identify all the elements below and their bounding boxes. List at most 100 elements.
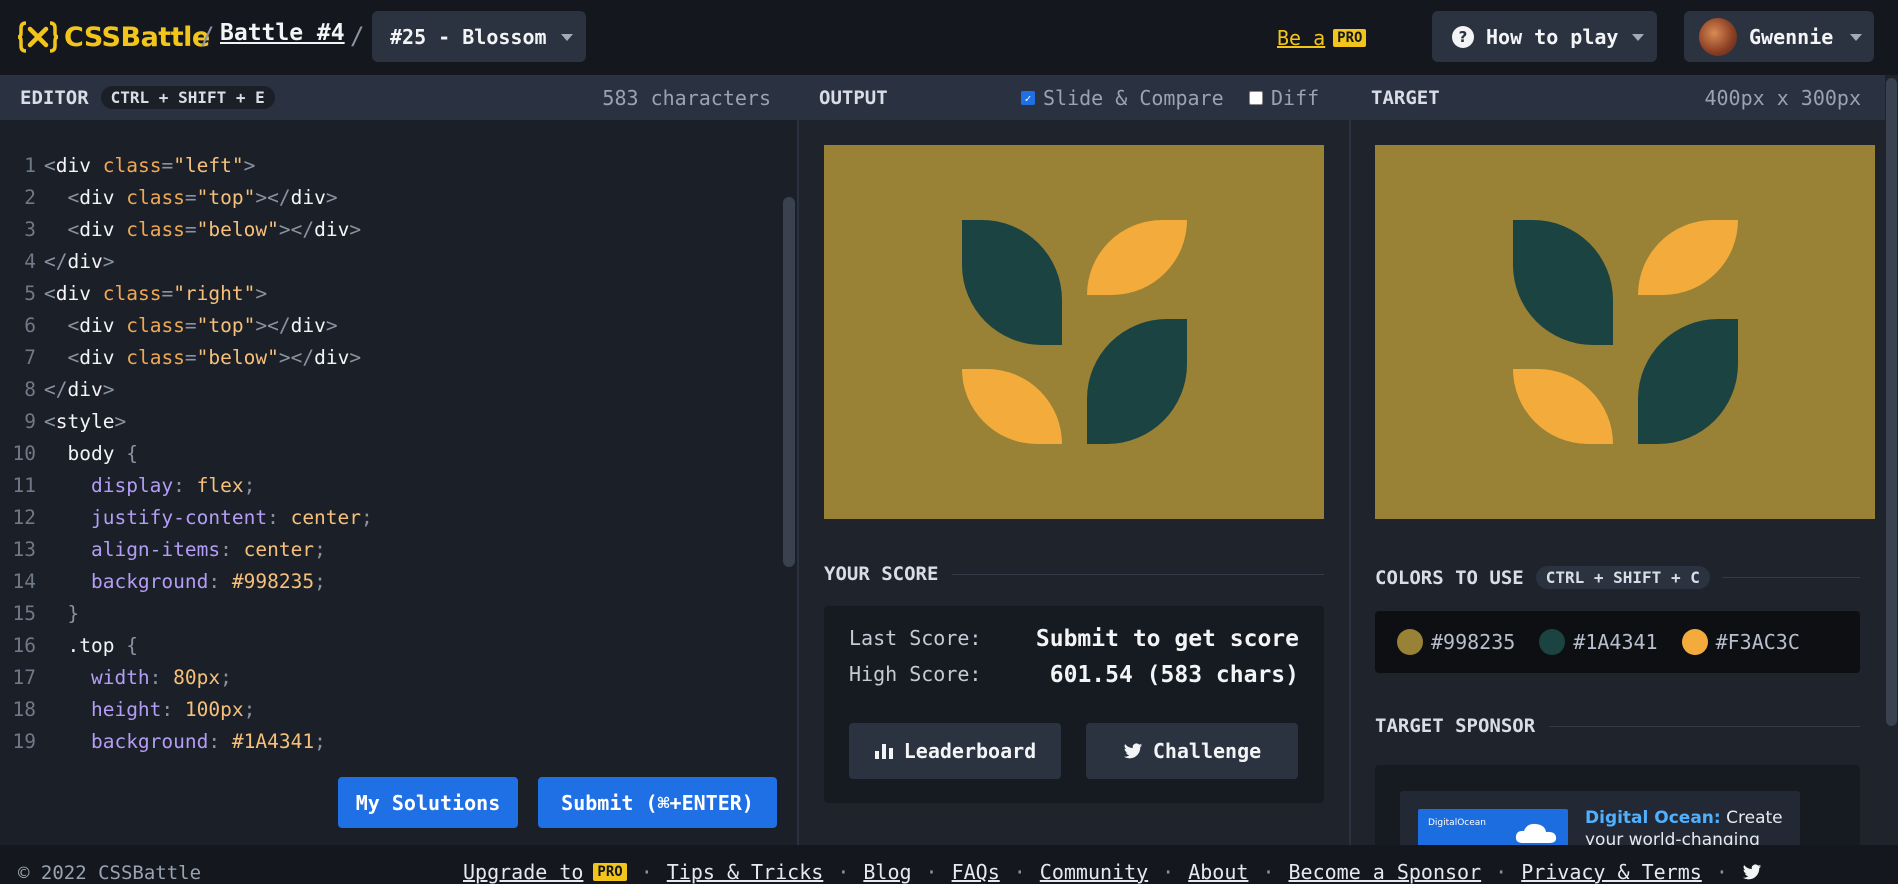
color-swatch[interactable]: #998235 [1397, 629, 1515, 655]
footer-separator: · [837, 860, 850, 884]
last-score-value: Submit to get score [1035, 626, 1299, 652]
page-scrollbar[interactable] [1886, 78, 1897, 726]
character-count: 583 characters [602, 86, 771, 110]
high-score-label: High Score: [849, 662, 982, 686]
code-line: 2 <div class="top"></div> [24, 186, 338, 209]
sponsor-image-text: DigitalOcean [1428, 818, 1486, 828]
copyright: © 2022 CSSBattle [18, 862, 202, 884]
sponsor-heading: TARGET SPONSOR [1375, 715, 1860, 737]
editor-header: EDITOR CTRL + SHIFT + E 583 characters [0, 75, 797, 120]
code-line: 11 display: flex; [12, 474, 256, 497]
code-line: 1 <div class="left"> [24, 154, 256, 177]
color-dot [1539, 629, 1566, 655]
leaf-bottom-right [1638, 319, 1738, 444]
color-hex: #1A4341 [1573, 630, 1658, 654]
checkbox-checked-icon[interactable]: ✓ [1021, 91, 1035, 105]
editor-scrollbar[interactable] [783, 197, 795, 567]
code-line: 18 height: 100px; [12, 698, 256, 721]
footer-link-community[interactable]: Community [1040, 860, 1148, 884]
chevron-down-icon [561, 34, 573, 41]
code-line: 13 align-items: center; [12, 538, 326, 561]
breadcrumb-battle-link[interactable]: Battle #4 [220, 20, 345, 46]
target-panel: TARGET 400px x 300px COLORS TO USE CTRL … [1349, 75, 1898, 884]
level-select[interactable]: #25 - Blossom [372, 11, 586, 62]
chevron-down-icon [1850, 34, 1862, 41]
output-panel: OUTPUT ✓ Slide & Compare Diff YOUR SCORE… [797, 75, 1349, 845]
breadcrumb-separator: / [350, 22, 365, 50]
footer-separator: · [925, 860, 938, 884]
code-line: 9 <style> [24, 410, 127, 433]
code-line: 7 <div class="below"></div> [24, 346, 362, 369]
colors-shortcut: CTRL + SHIFT + C [1535, 566, 1710, 589]
checkbox-unchecked-icon[interactable] [1249, 91, 1263, 105]
divider [952, 573, 1324, 575]
footer-link-sponsor[interactable]: Become a Sponsor [1288, 860, 1481, 884]
slide-compare-label: Slide & Compare [1043, 86, 1224, 110]
leaderboard-button[interactable]: Leaderboard [849, 723, 1061, 779]
last-score-row: Last Score: Submit to get score [849, 626, 1299, 652]
high-score-row: High Score: 601.54 (583 chars) [849, 662, 1299, 688]
colors-title: COLORS TO USE [1375, 566, 1524, 589]
footer-link-faqs[interactable]: FAQs [952, 860, 1000, 884]
leaf-bottom-right [1087, 319, 1187, 444]
leaf-bottom-left [1513, 369, 1613, 444]
footer-separator: · [640, 860, 653, 884]
target-dimensions: 400px x 300px [1704, 86, 1861, 110]
code-editor[interactable]: 1 <div class="left"> 2 <div class="top"><… [0, 150, 780, 758]
divider [1549, 725, 1860, 727]
challenge-button[interactable]: Challenge [1086, 723, 1298, 779]
output-canvas[interactable] [824, 145, 1324, 519]
output-header: OUTPUT ✓ Slide & Compare Diff [799, 75, 1349, 120]
be-pro-text: Be a [1277, 26, 1326, 50]
color-swatch[interactable]: #F3AC3C [1681, 629, 1800, 655]
leaf-top-right [1087, 220, 1187, 295]
output-title: OUTPUT [819, 86, 888, 109]
leaf-top-left [962, 220, 1062, 345]
code-line: 15 } [12, 602, 80, 625]
chevron-down-icon [1632, 34, 1644, 41]
slide-compare-toggle[interactable]: ✓ Slide & Compare [1021, 86, 1224, 110]
color-swatch[interactable]: #1A4341 [1539, 629, 1658, 655]
how-to-play-button[interactable]: ? How to play [1432, 11, 1657, 62]
editor-title: EDITOR [20, 86, 89, 109]
footer-link-blog[interactable]: Blog [863, 860, 911, 884]
diff-label: Diff [1271, 86, 1320, 110]
editor-panel: EDITOR CTRL + SHIFT + E 583 characters 1… [0, 75, 797, 845]
code-line: 8 </div> [24, 378, 115, 401]
twitter-icon [1123, 742, 1142, 758]
code-line: 6 <div class="top"></div> [24, 314, 338, 337]
challenge-label: Challenge [1152, 739, 1262, 763]
footer-link-privacy[interactable]: Privacy & Terms [1521, 860, 1702, 884]
user-menu-button[interactable]: Gwennie [1684, 11, 1874, 62]
target-canvas[interactable] [1375, 145, 1875, 519]
bar-chart-icon [874, 744, 893, 759]
code-line: 14 background: #998235; [12, 570, 326, 593]
submit-button[interactable]: Submit (⌘+ENTER) [538, 777, 777, 828]
cssbattle-logo[interactable]: CSSBattle [18, 20, 210, 54]
footer: © 2022 CSSBattle Upgrade to PRO · Tips &… [0, 845, 1898, 884]
user-name: Gwennie [1749, 24, 1834, 49]
footer-link-about[interactable]: About [1188, 860, 1248, 884]
footer-separator: · [1715, 860, 1728, 884]
code-line: 17 width: 80px; [12, 666, 232, 689]
question-icon: ? [1452, 25, 1474, 48]
code-line: 4 </div> [24, 250, 115, 273]
footer-link-tips[interactable]: Tips & Tricks [667, 860, 824, 884]
footer-separator: · [1262, 860, 1275, 884]
colors-box: #998235 #1A4341 #F3AC3C [1375, 611, 1860, 673]
code-line: 16 .top { [12, 634, 138, 657]
footer-separator: · [1013, 860, 1026, 884]
my-solutions-button[interactable]: My Solutions [338, 777, 518, 828]
footer-link-upgrade[interactable]: Upgrade to [463, 860, 583, 884]
avatar [1699, 17, 1737, 56]
be-pro-link[interactable]: Be a PRO [1277, 26, 1367, 50]
how-to-play-label: How to play [1486, 24, 1619, 49]
code-line: 12 justify-content: center; [12, 506, 373, 529]
code-line: 3 <div class="below"></div> [24, 218, 362, 241]
level-select-label: #25 - Blossom [390, 24, 547, 49]
diff-toggle[interactable]: Diff [1249, 86, 1319, 110]
footer-nav: Upgrade to PRO · Tips & Tricks · Blog · … [463, 860, 1762, 884]
twitter-icon[interactable] [1742, 863, 1762, 881]
code-line: 19 background: #1A4341; [12, 730, 326, 753]
top-header: CSSBattle / Battle #4 / #25 - Blossom Be… [0, 0, 1898, 75]
